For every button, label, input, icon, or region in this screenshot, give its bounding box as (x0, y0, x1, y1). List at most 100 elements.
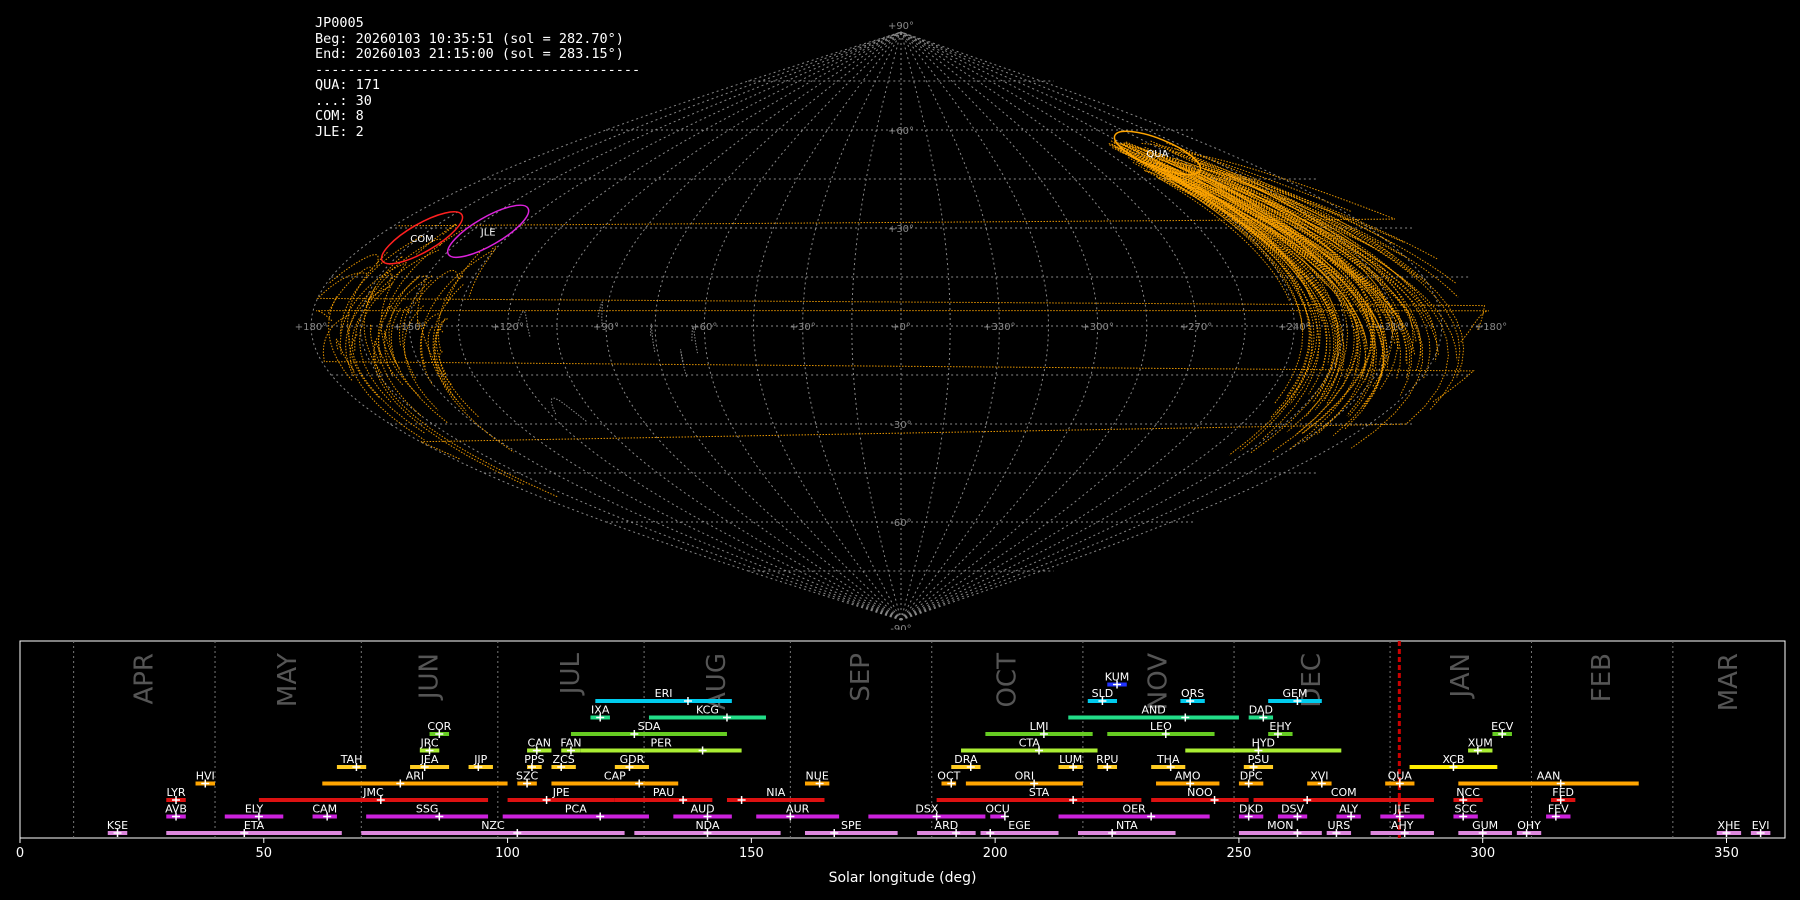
month-label: OCT (992, 653, 1022, 708)
x-tick-label: 200 (983, 846, 1008, 861)
shower-label: LMI (1030, 720, 1049, 733)
shower-label: ETA (244, 819, 265, 832)
shower-label: LUM (1059, 753, 1082, 766)
shower-label: NTA (1116, 819, 1138, 832)
shower-label: PSU (1248, 753, 1270, 766)
month-label: JAN (1446, 653, 1476, 699)
shower-label: CAN (528, 737, 551, 750)
month-label: SEP (846, 653, 876, 702)
shower-label: EVI (1752, 819, 1770, 832)
shower-label: KUM (1105, 671, 1129, 684)
shower-label: SCC (1454, 803, 1477, 816)
month-label: MAY (273, 653, 303, 707)
shower-label: OER (1122, 803, 1146, 816)
x-tick-label: 150 (739, 846, 764, 861)
shower-label: JPE (552, 786, 570, 799)
shower-label: LEO (1150, 720, 1172, 733)
month-label: FEB (1587, 653, 1617, 702)
shower-label: CAM (312, 803, 337, 816)
shower-label: NUE (806, 770, 829, 783)
shower-label: JEA (420, 753, 439, 766)
shower-label: ECV (1491, 720, 1514, 733)
shower-label: DSV (1281, 803, 1304, 816)
shower-label: SPE (841, 819, 862, 832)
shower-label: IXA (591, 704, 610, 717)
x-axis-label: Solar longitude (deg) (829, 870, 977, 886)
x-tick-label: 350 (1714, 846, 1739, 861)
shower-label: NDA (695, 819, 720, 832)
x-tick-label: 100 (495, 846, 520, 861)
shower-label: SSG (416, 803, 439, 816)
shower-label: DAD (1249, 704, 1273, 717)
shower-label: ERI (655, 687, 673, 700)
shower-label: GDR (620, 753, 645, 766)
shower-label: COM (1331, 786, 1357, 799)
shower-label: QUA (1388, 770, 1413, 783)
shower-label: CTA (1019, 737, 1041, 750)
month-label: JUN (415, 653, 445, 701)
month-label: APR (129, 653, 159, 705)
shower-label: GEM (1283, 687, 1308, 700)
x-tick-label: 250 (1227, 846, 1252, 861)
x-tick-label: 300 (1470, 846, 1495, 861)
shower-label: URS (1328, 819, 1351, 832)
shower-label: OHY (1517, 819, 1541, 832)
shower-label: HYD (1252, 737, 1275, 750)
shower-label: JMC (362, 786, 384, 799)
shower-label: NZC (481, 819, 505, 832)
shower-label: PCA (565, 803, 587, 816)
shower-label: EHY (1269, 720, 1291, 733)
shower-label: AMO (1175, 770, 1201, 783)
shower-label: COR (427, 720, 451, 733)
shower-label: PAU (653, 786, 675, 799)
shower-label: ZCS (553, 753, 575, 766)
shower-label: JIP (473, 753, 487, 766)
shower-label: KCG (696, 704, 719, 717)
shower-label: DKD (1239, 803, 1263, 816)
shower-label: DRA (954, 753, 978, 766)
shower-label: JRC (420, 737, 439, 750)
shower-label: ALY (1339, 803, 1358, 816)
shower-label: FAN (560, 737, 581, 750)
shower-label: THA (1156, 753, 1180, 766)
shower-label: MON (1267, 819, 1293, 832)
shower-label: SDA (638, 720, 661, 733)
shower-label: PPS (524, 753, 544, 766)
shower-label: AUD (691, 803, 715, 816)
shower-label: JLE (1393, 803, 1410, 816)
x-tick-label: 0 (16, 846, 24, 861)
shower-label: DSX (915, 803, 938, 816)
shower-label: AUR (786, 803, 810, 816)
shower-label: ARI (406, 770, 424, 783)
shower-label: NCC (1456, 786, 1480, 799)
shower-label: RPU (1096, 753, 1118, 766)
shower-label: ORI (1015, 770, 1035, 783)
shower-label: XVI (1310, 770, 1328, 783)
shower-label: FED (1552, 786, 1574, 799)
shower-label: XUM (1468, 737, 1493, 750)
x-tick-label: 50 (256, 846, 273, 861)
shower-label: AVB (165, 803, 187, 816)
shower-label: SZC (516, 770, 539, 783)
shower-label: PER (651, 737, 673, 750)
shower-label: HVI (196, 770, 215, 783)
shower-label: NIA (766, 786, 785, 799)
shower-label: GUM (1472, 819, 1498, 832)
shower-label: OCT (937, 770, 960, 783)
shower-label: OCU (985, 803, 1009, 816)
shower-label: ORS (1181, 687, 1204, 700)
shower-label: FEV (1548, 803, 1569, 816)
month-label: NOV (1143, 653, 1173, 710)
shower-label: KSE (107, 819, 128, 832)
shower-label: ELY (245, 803, 264, 816)
shower-timeline: APR MAY JUN JUL AUG SEP OCT NOV DEC JAN FEB MARKSE E… (16, 640, 1786, 886)
shower-label: SLD (1092, 687, 1114, 700)
shower-label: CAP (604, 770, 626, 783)
shower-label: DPC (1240, 770, 1263, 783)
shower-label: AHY (1391, 819, 1414, 832)
shower-label: STA (1029, 786, 1050, 799)
shower-label: AAN (1537, 770, 1561, 783)
shower-label: EGE (1008, 819, 1030, 832)
shower-label: LYR (167, 786, 186, 799)
shower-label: XHE (1718, 819, 1741, 832)
